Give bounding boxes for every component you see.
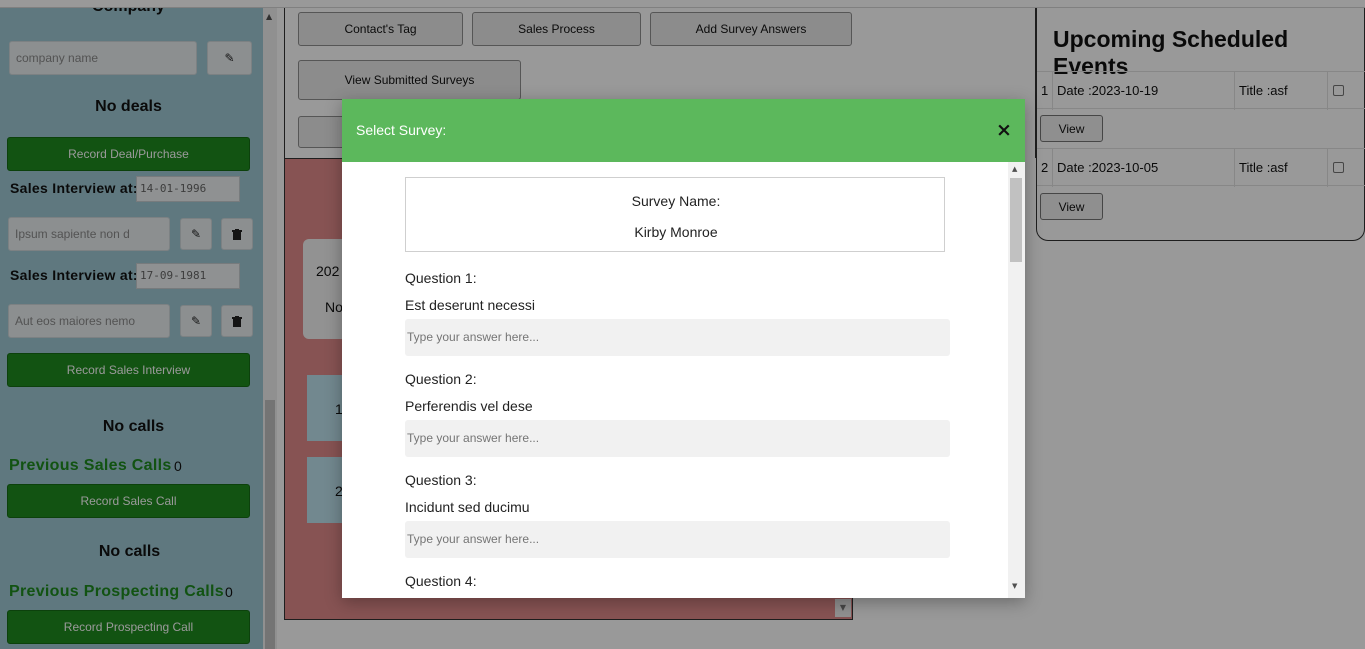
answer-input[interactable]: Type your answer here...	[405, 319, 950, 356]
survey-name-box: Survey Name: Kirby Monroe	[405, 177, 945, 252]
question-label: Question 4:	[405, 573, 477, 589]
scroll-up-icon[interactable]: ▲	[1012, 165, 1017, 173]
modal-body: Survey Name: Kirby Monroe Question 1: Es…	[342, 162, 1025, 598]
modal-title: Select Survey:	[356, 122, 447, 138]
modal-header: Select Survey: ×	[342, 99, 1025, 162]
modal-scrollbar[interactable]: ▲ ▼	[1008, 162, 1025, 598]
close-icon[interactable]: ×	[994, 118, 1014, 142]
survey-name-value: Kirby Monroe	[634, 224, 718, 240]
question-text: Perferendis vel dese	[405, 398, 533, 414]
answer-input[interactable]: Type your answer here...	[405, 420, 950, 457]
question-label: Question 3:	[405, 472, 477, 488]
question-label: Question 2:	[405, 371, 477, 387]
scroll-down-icon[interactable]: ▼	[1012, 582, 1017, 590]
question-text: Incidunt sed ducimu	[405, 499, 530, 515]
modal-scroll-thumb[interactable]	[1010, 178, 1022, 262]
select-survey-modal: Select Survey: × Survey Name: Kirby Monr…	[342, 99, 1025, 598]
survey-name-label: Survey Name:	[631, 193, 721, 209]
question-label: Question 1:	[405, 270, 477, 286]
question-text: Est deserunt necessi	[405, 297, 535, 313]
answer-input[interactable]: Type your answer here...	[405, 521, 950, 558]
